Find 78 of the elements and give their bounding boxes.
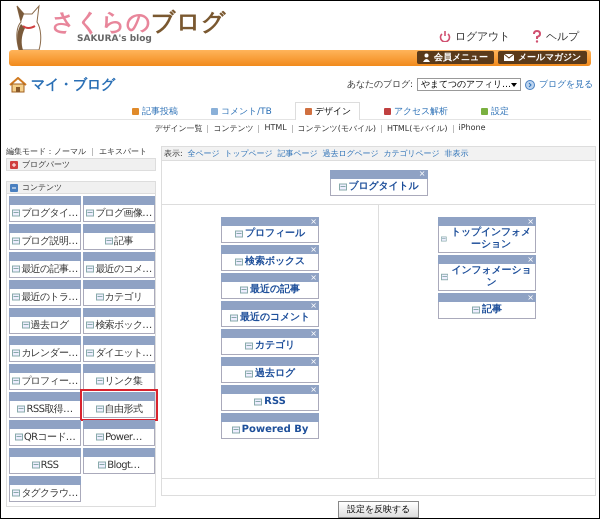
nav-tab[interactable]: デザイン	[294, 102, 360, 120]
widget-icon	[86, 265, 94, 273]
expert-mode-link[interactable]: エキスパート	[99, 146, 147, 158]
filter-link[interactable]: 記事ページ	[278, 148, 318, 159]
tab-icon	[304, 107, 313, 116]
filter-link[interactable]: 過去ログページ	[322, 148, 379, 159]
mail-magazine-button[interactable]: メールマガジン	[498, 51, 587, 64]
widget-icon	[98, 461, 106, 469]
page-title: マイ・ブログ	[31, 76, 115, 94]
apply-settings-button[interactable]: 設定を反映する	[338, 501, 419, 518]
widget-icon	[12, 237, 20, 245]
filter-link[interactable]: 全ページ	[188, 148, 220, 159]
widget-icon	[86, 321, 94, 329]
logout-link[interactable]: ログアウト	[439, 28, 510, 44]
person-icon	[423, 53, 430, 62]
tab-icon	[382, 107, 392, 116]
widget-icon	[12, 377, 20, 385]
widget-icon	[32, 461, 40, 469]
nav-tab[interactable]: アクセス解析	[374, 102, 457, 120]
filter-link[interactable]: カテゴリページ	[384, 148, 440, 159]
widget-icon	[12, 349, 20, 357]
widget-icon	[17, 405, 26, 413]
widget-icon	[12, 293, 20, 301]
subnav-link[interactable]: HTML	[264, 123, 287, 134]
subnav-link[interactable]: iPhone	[458, 123, 486, 134]
widget-icon	[230, 314, 238, 322]
widget-icon	[232, 426, 240, 434]
widget-icon	[96, 405, 104, 413]
site-logo-subtitle: SAKURA's blog	[76, 34, 152, 44]
question-icon	[532, 30, 542, 43]
widget-icon	[245, 342, 253, 350]
widget-icon	[12, 489, 20, 497]
widget-icon	[235, 258, 243, 266]
edit-mode-label: 編集モード：ノーマル	[6, 146, 86, 158]
widget-icon	[96, 377, 104, 385]
view-blog-link[interactable]: ブログを見る	[539, 78, 593, 92]
widget-icon	[254, 398, 262, 406]
power-icon	[439, 30, 451, 42]
widget-icon	[441, 273, 448, 281]
blog-select-label: あなたのブログ:	[346, 78, 413, 92]
tab-icon	[210, 107, 220, 116]
site-logo-title: さくらのブログ	[51, 10, 226, 34]
subnav-link[interactable]: デザイン一覧	[154, 123, 202, 134]
tab-icon	[131, 107, 140, 116]
widget-icon	[245, 370, 253, 378]
caret-icon	[511, 82, 517, 87]
widget-icon	[96, 433, 104, 441]
arrow-circle-icon	[525, 80, 535, 90]
widget-icon	[22, 321, 30, 329]
filter-link[interactable]: トップページ	[224, 148, 273, 159]
nav-tab[interactable]: 設定	[470, 102, 518, 120]
widget-icon	[441, 235, 447, 243]
display-filter-label: 表示:	[164, 148, 183, 159]
widget-icon	[86, 349, 94, 357]
subnav-link[interactable]: HTML(モバイル)	[386, 123, 448, 134]
blog-select[interactable]: やまてつのアフィリ…	[417, 78, 521, 92]
section-header[interactable]: コンテンツ	[6, 181, 156, 194]
filter-link[interactable]: 非表示	[444, 148, 469, 159]
mail-icon	[504, 54, 514, 62]
widget-icon	[240, 286, 248, 294]
widget-icon	[12, 209, 20, 217]
widget-icon	[12, 265, 20, 273]
widget-icon	[235, 230, 243, 238]
tab-icon	[480, 107, 489, 116]
subnav-link[interactable]: コンテンツ(モバイル)	[298, 123, 376, 134]
widget-icon	[105, 237, 114, 245]
subnav-link[interactable]: コンテンツ	[213, 123, 254, 134]
help-link[interactable]: ヘルプ	[532, 28, 579, 44]
widget-icon	[472, 306, 480, 314]
widget-icon	[338, 182, 346, 190]
widget-icon	[14, 433, 23, 441]
house-icon	[9, 76, 27, 93]
nav-tab[interactable]: 記事投稿	[122, 102, 188, 120]
nav-tab[interactable]: コメント/TB	[201, 102, 281, 120]
member-menu-button[interactable]: 会員メニュー	[417, 51, 494, 64]
widget-icon	[96, 293, 104, 301]
widget-icon	[86, 209, 94, 217]
section-header[interactable]: ブログパーツ	[6, 158, 156, 171]
